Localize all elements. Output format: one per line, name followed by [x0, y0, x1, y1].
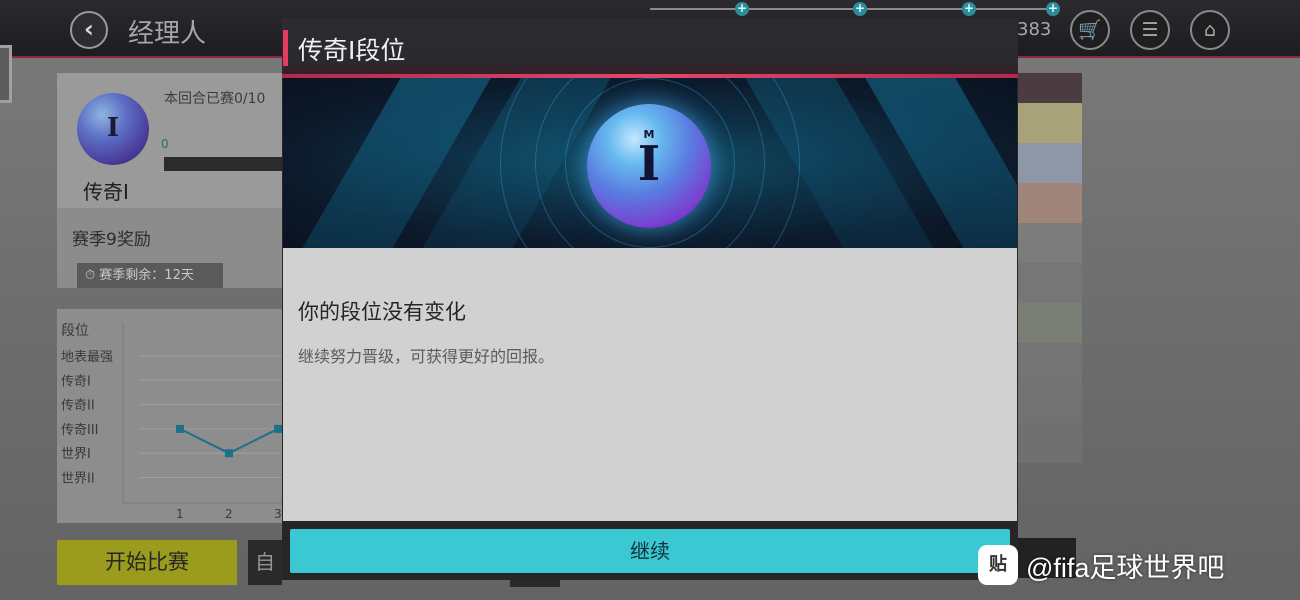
chart-y-tick-label: 传奇I	[61, 373, 91, 389]
message-title: 你的段位没有变化	[298, 300, 466, 324]
rank-emblem-large-icon: M I	[587, 104, 711, 228]
auto-button[interactable]: 自	[248, 540, 282, 585]
checklist-icon: ☰	[1141, 19, 1159, 41]
rank-emblem-glyph: I	[106, 113, 120, 143]
rank-history-chart: 段位地表最强传奇I 传奇II 传奇III 世界I 世界II 1 2 3	[57, 309, 292, 523]
strip-row	[1018, 223, 1082, 263]
strip-row	[1018, 423, 1082, 463]
add-currency-button-2[interactable]: +	[853, 2, 867, 16]
season-remaining-value: 12天	[164, 268, 194, 283]
chart-y-tick-label: 传奇II	[61, 398, 95, 414]
season-remaining-label: 赛季剩余：	[99, 268, 165, 283]
rank-banner: M I	[283, 78, 1017, 248]
currency-bar-divider	[650, 8, 1050, 10]
cart-icon: 🛒	[1078, 19, 1102, 41]
message-subtitle: 继续努力晋级，可获得更好的回报。	[298, 347, 555, 366]
rank-name: 传奇I	[83, 180, 129, 204]
strip-row	[1018, 143, 1082, 183]
add-currency-button-3[interactable]: +	[962, 2, 976, 16]
chevron-left-icon: ‹	[84, 15, 94, 43]
watermark: 贴 @fifa足球世界吧	[978, 545, 1224, 585]
chart-y-tick-label: 地表最强	[61, 350, 113, 365]
rank-chart-svg: 段位地表最强传奇I 传奇II 传奇III 世界I 世界II 1 2 3	[61, 323, 292, 521]
chart-point	[274, 424, 282, 433]
chart-point	[225, 449, 233, 458]
chart-y-tick-label: 传奇III	[61, 422, 99, 438]
right-reward-strip	[1018, 73, 1082, 523]
played-count: 本回合已赛0/10	[164, 91, 266, 107]
chart-x-tick-label: 3	[274, 507, 282, 521]
page-title: 经理人	[128, 19, 207, 49]
chart-y-tick-label: 世界II	[61, 472, 95, 487]
home-icon: ⌂	[1203, 19, 1217, 41]
dialog-header: 传奇I段位	[282, 18, 1018, 78]
header-accent-bar	[283, 30, 288, 66]
home-button[interactable]: ⌂	[1190, 10, 1230, 50]
chart-point	[176, 424, 184, 433]
strip-row	[1018, 183, 1082, 223]
chart-y-title: 段位	[61, 323, 89, 339]
add-currency-button-4[interactable]: +	[1046, 2, 1060, 16]
strip-row	[1018, 343, 1082, 383]
progress-start-label: 0	[161, 137, 169, 151]
start-match-button[interactable]: 开始比赛	[57, 540, 237, 585]
strip-row	[1018, 303, 1082, 343]
season-remaining: ⏱ 赛季剩余：12天	[77, 263, 223, 288]
rank-emblem-large-glyph: I	[637, 136, 661, 192]
back-button[interactable]: ‹	[70, 11, 108, 49]
shop-button[interactable]: 🛒	[1070, 10, 1110, 50]
currency-value: 383	[1017, 19, 1052, 40]
tieba-logo-icon: 贴	[978, 545, 1018, 585]
dialog-body: 你的段位没有变化 继续努力晋级，可获得更好的回报。	[283, 248, 1017, 521]
rank-emblem-icon: I	[77, 93, 149, 165]
chart-x-tick-label: 2	[225, 507, 233, 521]
continue-button[interactable]: 继续	[290, 529, 1010, 573]
side-tab[interactable]	[0, 45, 12, 103]
chart-y-tick-label: 世界I	[61, 447, 91, 462]
add-currency-button-1[interactable]: +	[735, 2, 749, 16]
tasks-button[interactable]: ☰	[1130, 10, 1170, 50]
season-reward-link[interactable]: 赛季9奖励	[72, 225, 151, 250]
strip-row	[1018, 383, 1082, 423]
rank-progress-bar	[164, 157, 292, 171]
watermark-text: @fifa足球世界吧	[1026, 552, 1225, 583]
strip-row	[1018, 263, 1082, 303]
strip-row	[1018, 73, 1082, 103]
dialog-title: 传奇I段位	[298, 36, 406, 65]
strip-row	[1018, 103, 1082, 143]
rank-panel: I 传奇I 本回合已赛0/10 0 赛季9奖励 ⏱ 赛季剩余：12天	[57, 73, 292, 288]
chart-x-tick-label: 1	[176, 507, 184, 521]
timer-icon: ⏱	[85, 268, 100, 283]
rank-result-dialog: 传奇I段位 M I 你的段位没有变化 继续努力晋级，可获得更好的回报。 继续	[282, 18, 1018, 580]
